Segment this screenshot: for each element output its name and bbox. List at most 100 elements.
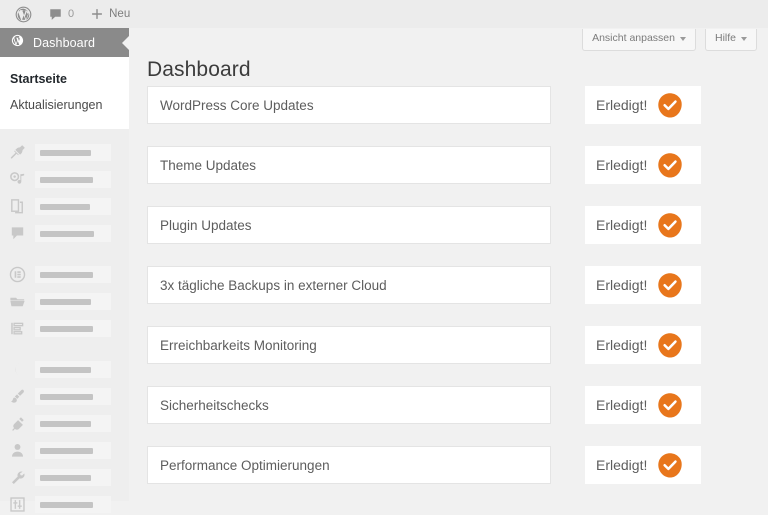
sidebar-item-elementor[interactable] [0,264,129,285]
sidebar-placeholder-bar [35,469,111,487]
list-item: Theme Updates Erledigt! [147,146,752,184]
users-icon [8,441,27,460]
sidebar-item-appearance[interactable] [0,386,129,407]
list-item: Sicherheitschecks Erledigt! [147,386,752,424]
chevron-down-icon [679,36,686,41]
sidebar-item-dashboard[interactable]: Dashboard [0,28,130,57]
admin-sidebar: Dashboard Startseite Aktualisierungen [0,28,130,514]
submenu-item-aktualisierungen[interactable]: Aktualisierungen [0,92,129,118]
screen-meta-links: Ansicht anpassen Hilfe [582,28,757,51]
orange-check-badge-icon [658,393,683,418]
list-item: WordPress Core Updates Erledigt! [147,86,752,124]
sidebar-item-posts[interactable] [0,142,129,163]
sidebar-divider [0,345,129,359]
wordpress-logo-menu[interactable] [7,0,40,28]
wordpress-logo-icon [15,6,32,23]
sidebar-placeholder-group-3 [0,359,129,515]
sidebar-item-tools[interactable] [0,467,129,488]
orange-check-badge-icon [658,93,683,118]
orange-check-badge-icon [658,453,683,478]
service-title[interactable]: 3x tägliche Backups in externer Cloud [147,266,551,304]
comment-bubble-icon [48,7,63,22]
pin-posts-icon [8,143,27,162]
sidebar-placeholder-bar [35,415,111,433]
admin-bar: 0 Neu [0,0,768,28]
sidebar-placeholder-bar [35,361,111,379]
sidebar-placeholder-bar [35,225,111,243]
orange-check-badge-icon [658,333,683,358]
sidebar-item-forms[interactable] [0,318,129,339]
orange-check-badge-icon [658,273,683,298]
service-status: Erledigt! [585,386,701,424]
service-title[interactable]: Sicherheitschecks [147,386,551,424]
service-status: Erledigt! [585,146,701,184]
help-label: Hilfe [714,32,736,44]
service-status: Erledigt! [585,86,701,124]
chevron-down-icon [741,36,747,41]
help-button[interactable]: Hilfe [704,29,757,51]
tools-wrench-icon [8,468,27,487]
service-status: Erledigt! [585,206,701,244]
sidebar-placeholder-bar [35,496,111,514]
sidebar-item-plugins[interactable] [0,413,129,434]
sidebar-item-settings[interactable] [0,494,129,515]
sidebar-placeholder-group-1 [0,142,129,244]
active-menu-notch [122,34,130,51]
service-title[interactable]: WordPress Core Updates [147,86,551,124]
comments-count: 0 [68,8,75,20]
main-content: Ansicht anpassen Hilfe Dashboard WordPre… [129,28,768,501]
status-badge: Erledigt! [596,217,648,233]
screen-options-button[interactable]: Ansicht anpassen [582,29,696,51]
sidebar-item-dashboard-label: Dashboard [33,35,96,50]
plugins-plug-icon [8,414,27,433]
service-title[interactable]: Plugin Updates [147,206,551,244]
plus-icon [90,7,104,21]
sidebar-item-moon[interactable] [0,359,129,380]
status-badge: Erledigt! [596,157,648,173]
service-title[interactable]: Theme Updates [147,146,551,184]
sidebar-placeholder-bar [35,320,111,338]
submenu-item-startseite[interactable]: Startseite [0,66,129,92]
service-status: Erledigt! [585,446,701,484]
sidebar-item-media[interactable] [0,169,129,190]
service-title[interactable]: Erreichbarkeits Monitoring [147,326,551,364]
sidebar-placeholder-bar [35,293,111,311]
sidebar-item-pages[interactable] [0,196,129,217]
service-status: Erledigt! [585,266,701,304]
sidebar-placeholder-bar [35,171,111,189]
sidebar-placeholder-bar [35,388,111,406]
appearance-brush-icon [8,387,27,406]
status-badge: Erledigt! [596,397,648,413]
sidebar-item-users[interactable] [0,440,129,461]
service-status: Erledigt! [585,326,701,364]
page-title: Dashboard [147,58,251,81]
service-checklist: WordPress Core Updates Erledigt! Theme U… [147,86,752,506]
status-badge: Erledigt! [596,97,648,113]
forms-list-icon [8,319,27,338]
orange-check-badge-icon [658,153,683,178]
orange-check-badge-icon [658,213,683,238]
sidebar-placeholder-bar [35,198,111,216]
new-content-menu[interactable]: Neu [82,0,138,28]
list-item: Plugin Updates Erledigt! [147,206,752,244]
dashboard-submenu: Startseite Aktualisierungen [0,57,129,130]
sidebar-placeholder-group-2 [0,264,129,339]
list-item: Performance Optimierungen Erledigt! [147,446,752,484]
service-title[interactable]: Performance Optimierungen [147,446,551,484]
comments-icon [8,224,27,243]
sidebar-item-comments[interactable] [0,223,129,244]
list-item: Erreichbarkeits Monitoring Erledigt! [147,326,752,364]
status-badge: Erledigt! [596,337,648,353]
media-icon [8,170,27,189]
elementor-icon [8,265,27,284]
pages-icon [8,197,27,216]
moon-crescent-icon [8,360,27,379]
status-badge: Erledigt! [596,277,648,293]
sidebar-item-templates[interactable] [0,291,129,312]
screen-options-label: Ansicht anpassen [592,32,675,44]
settings-sliders-icon [8,495,27,514]
sidebar-placeholder-bar [35,266,111,284]
templates-folder-icon [8,292,27,311]
comments-menu[interactable]: 0 [40,0,82,28]
